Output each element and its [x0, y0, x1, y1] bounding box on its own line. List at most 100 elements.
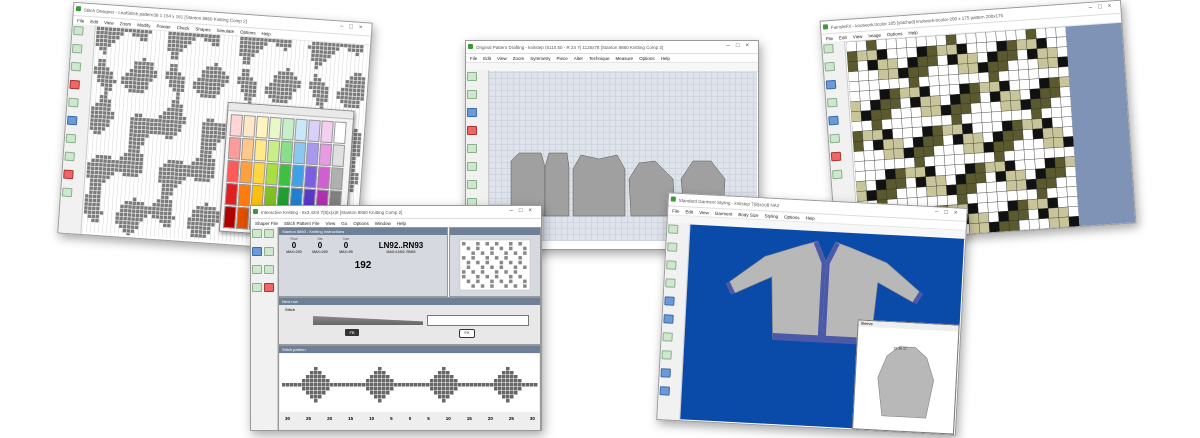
tool-icon[interactable] — [64, 151, 75, 162]
menu-item[interactable]: Help — [661, 56, 670, 61]
menu-item[interactable]: Edit — [839, 34, 847, 40]
color-swatch[interactable] — [331, 144, 346, 168]
tool-icon[interactable] — [663, 314, 674, 324]
menu-item[interactable]: View — [497, 56, 507, 61]
color-swatch[interactable] — [252, 161, 266, 185]
color-swatch[interactable] — [317, 166, 331, 190]
menu-item[interactable]: Stitch Pattern File — [284, 221, 320, 226]
menu-item[interactable]: Go — [341, 221, 347, 226]
color-swatch[interactable] — [266, 139, 281, 163]
menu-item[interactable]: Symmetry — [530, 56, 550, 61]
menu-item[interactable]: Options — [887, 31, 903, 37]
tool-icon[interactable] — [252, 283, 262, 292]
menu-item[interactable]: Zoom — [513, 56, 525, 61]
tool-icon[interactable] — [252, 229, 262, 238]
window-controls[interactable]: –□× — [510, 208, 538, 214]
color-swatch[interactable] — [292, 141, 307, 165]
menu-item[interactable]: Check — [177, 25, 190, 31]
color-swatch[interactable] — [330, 167, 344, 191]
window-controls[interactable]: –□× — [727, 43, 755, 49]
color-swatch[interactable] — [304, 165, 318, 189]
menu-item[interactable]: Options — [639, 56, 655, 61]
color-swatch[interactable] — [279, 140, 294, 164]
tool-icon[interactable] — [467, 72, 477, 81]
color-swatch[interactable] — [333, 121, 347, 145]
color-swatch[interactable] — [242, 114, 256, 138]
tool-icon[interactable] — [467, 90, 477, 99]
color-swatch[interactable] — [281, 117, 295, 141]
menu-item[interactable]: File — [672, 208, 680, 213]
menu-item[interactable]: Body Size — [738, 212, 758, 218]
menu-item[interactable]: Shaper File — [255, 221, 278, 226]
color-swatch[interactable] — [226, 159, 240, 183]
menu-item[interactable]: View — [853, 33, 863, 39]
menu-item[interactable]: Modify — [137, 22, 151, 28]
menu-item[interactable]: Simulate — [216, 27, 234, 33]
menu-item[interactable]: Alter — [574, 56, 583, 61]
menu-item[interactable]: Styling — [764, 213, 778, 219]
tool-icon[interactable] — [668, 224, 679, 234]
tool-icon[interactable] — [662, 332, 673, 342]
color-swatch[interactable] — [265, 162, 279, 186]
tool-icon[interactable] — [65, 133, 77, 144]
tool-icon[interactable] — [823, 43, 834, 54]
color-swatch[interactable] — [305, 142, 320, 166]
window-controls[interactable]: –□× — [1089, 3, 1118, 11]
color-swatch[interactable] — [237, 183, 252, 207]
color-swatch[interactable] — [223, 205, 237, 229]
menu-item[interactable]: View — [699, 209, 709, 215]
tool-icon[interactable] — [467, 144, 477, 153]
tool-icon[interactable] — [666, 260, 677, 270]
color-swatch[interactable] — [255, 115, 269, 139]
tool-icon[interactable] — [665, 278, 676, 288]
menu-item[interactable]: Shapes — [195, 26, 211, 32]
tool-icon[interactable] — [264, 283, 274, 292]
tool-icon[interactable] — [830, 151, 842, 162]
window-controls[interactable]: –□× — [935, 209, 964, 216]
color-swatch[interactable] — [268, 116, 282, 140]
tool-icon[interactable] — [63, 169, 74, 180]
color-swatch[interactable] — [240, 137, 255, 161]
menu-item[interactable]: Technique — [589, 56, 610, 61]
color-swatch[interactable] — [291, 164, 305, 188]
color-swatch[interactable] — [307, 119, 321, 143]
tool-icon[interactable] — [252, 265, 262, 274]
color-swatch[interactable] — [318, 143, 333, 167]
tool-icon[interactable] — [661, 350, 672, 360]
color-swatch[interactable] — [236, 206, 250, 230]
menu-item[interactable]: View — [104, 20, 114, 26]
tool-icon[interactable] — [825, 79, 837, 90]
tool-icon[interactable] — [68, 97, 79, 108]
color-swatch[interactable] — [227, 137, 242, 160]
color-swatch[interactable] — [229, 114, 243, 137]
menu-item[interactable]: Options — [240, 29, 256, 35]
tool-icon[interactable] — [467, 126, 477, 135]
color-swatch[interactable] — [278, 163, 292, 187]
fb-button[interactable]: FB — [345, 329, 359, 336]
tool-icon[interactable] — [664, 296, 675, 306]
color-swatch[interactable] — [239, 160, 253, 184]
tool-icon[interactable] — [66, 115, 78, 126]
menu-item[interactable]: Help — [908, 30, 918, 36]
tool-icon[interactable] — [659, 386, 671, 396]
tool-icon[interactable] — [829, 133, 841, 144]
fx-button[interactable]: FX — [459, 329, 475, 338]
color-swatch[interactable] — [224, 182, 239, 206]
tool-icon[interactable] — [832, 169, 843, 180]
menu-item[interactable]: View — [326, 221, 336, 226]
tool-icon[interactable] — [264, 265, 274, 274]
tool-icon[interactable] — [252, 247, 262, 256]
menu-item[interactable]: Help — [805, 215, 815, 220]
tool-icon[interactable] — [667, 242, 678, 252]
tool-icon[interactable] — [264, 247, 274, 256]
garment-canvas[interactable]: Sleeve 15 16 17 — [680, 224, 965, 435]
tool-icon[interactable] — [826, 97, 838, 108]
menu-item[interactable]: Options — [784, 214, 800, 220]
menu-item[interactable]: Pointer — [156, 23, 171, 29]
color-swatch[interactable] — [294, 118, 308, 142]
tool-icon[interactable] — [71, 43, 83, 54]
tool-icon[interactable] — [264, 229, 274, 238]
tool-icon[interactable] — [660, 368, 671, 378]
tool-icon[interactable] — [73, 25, 84, 36]
menu-item[interactable]: Help — [261, 31, 271, 37]
